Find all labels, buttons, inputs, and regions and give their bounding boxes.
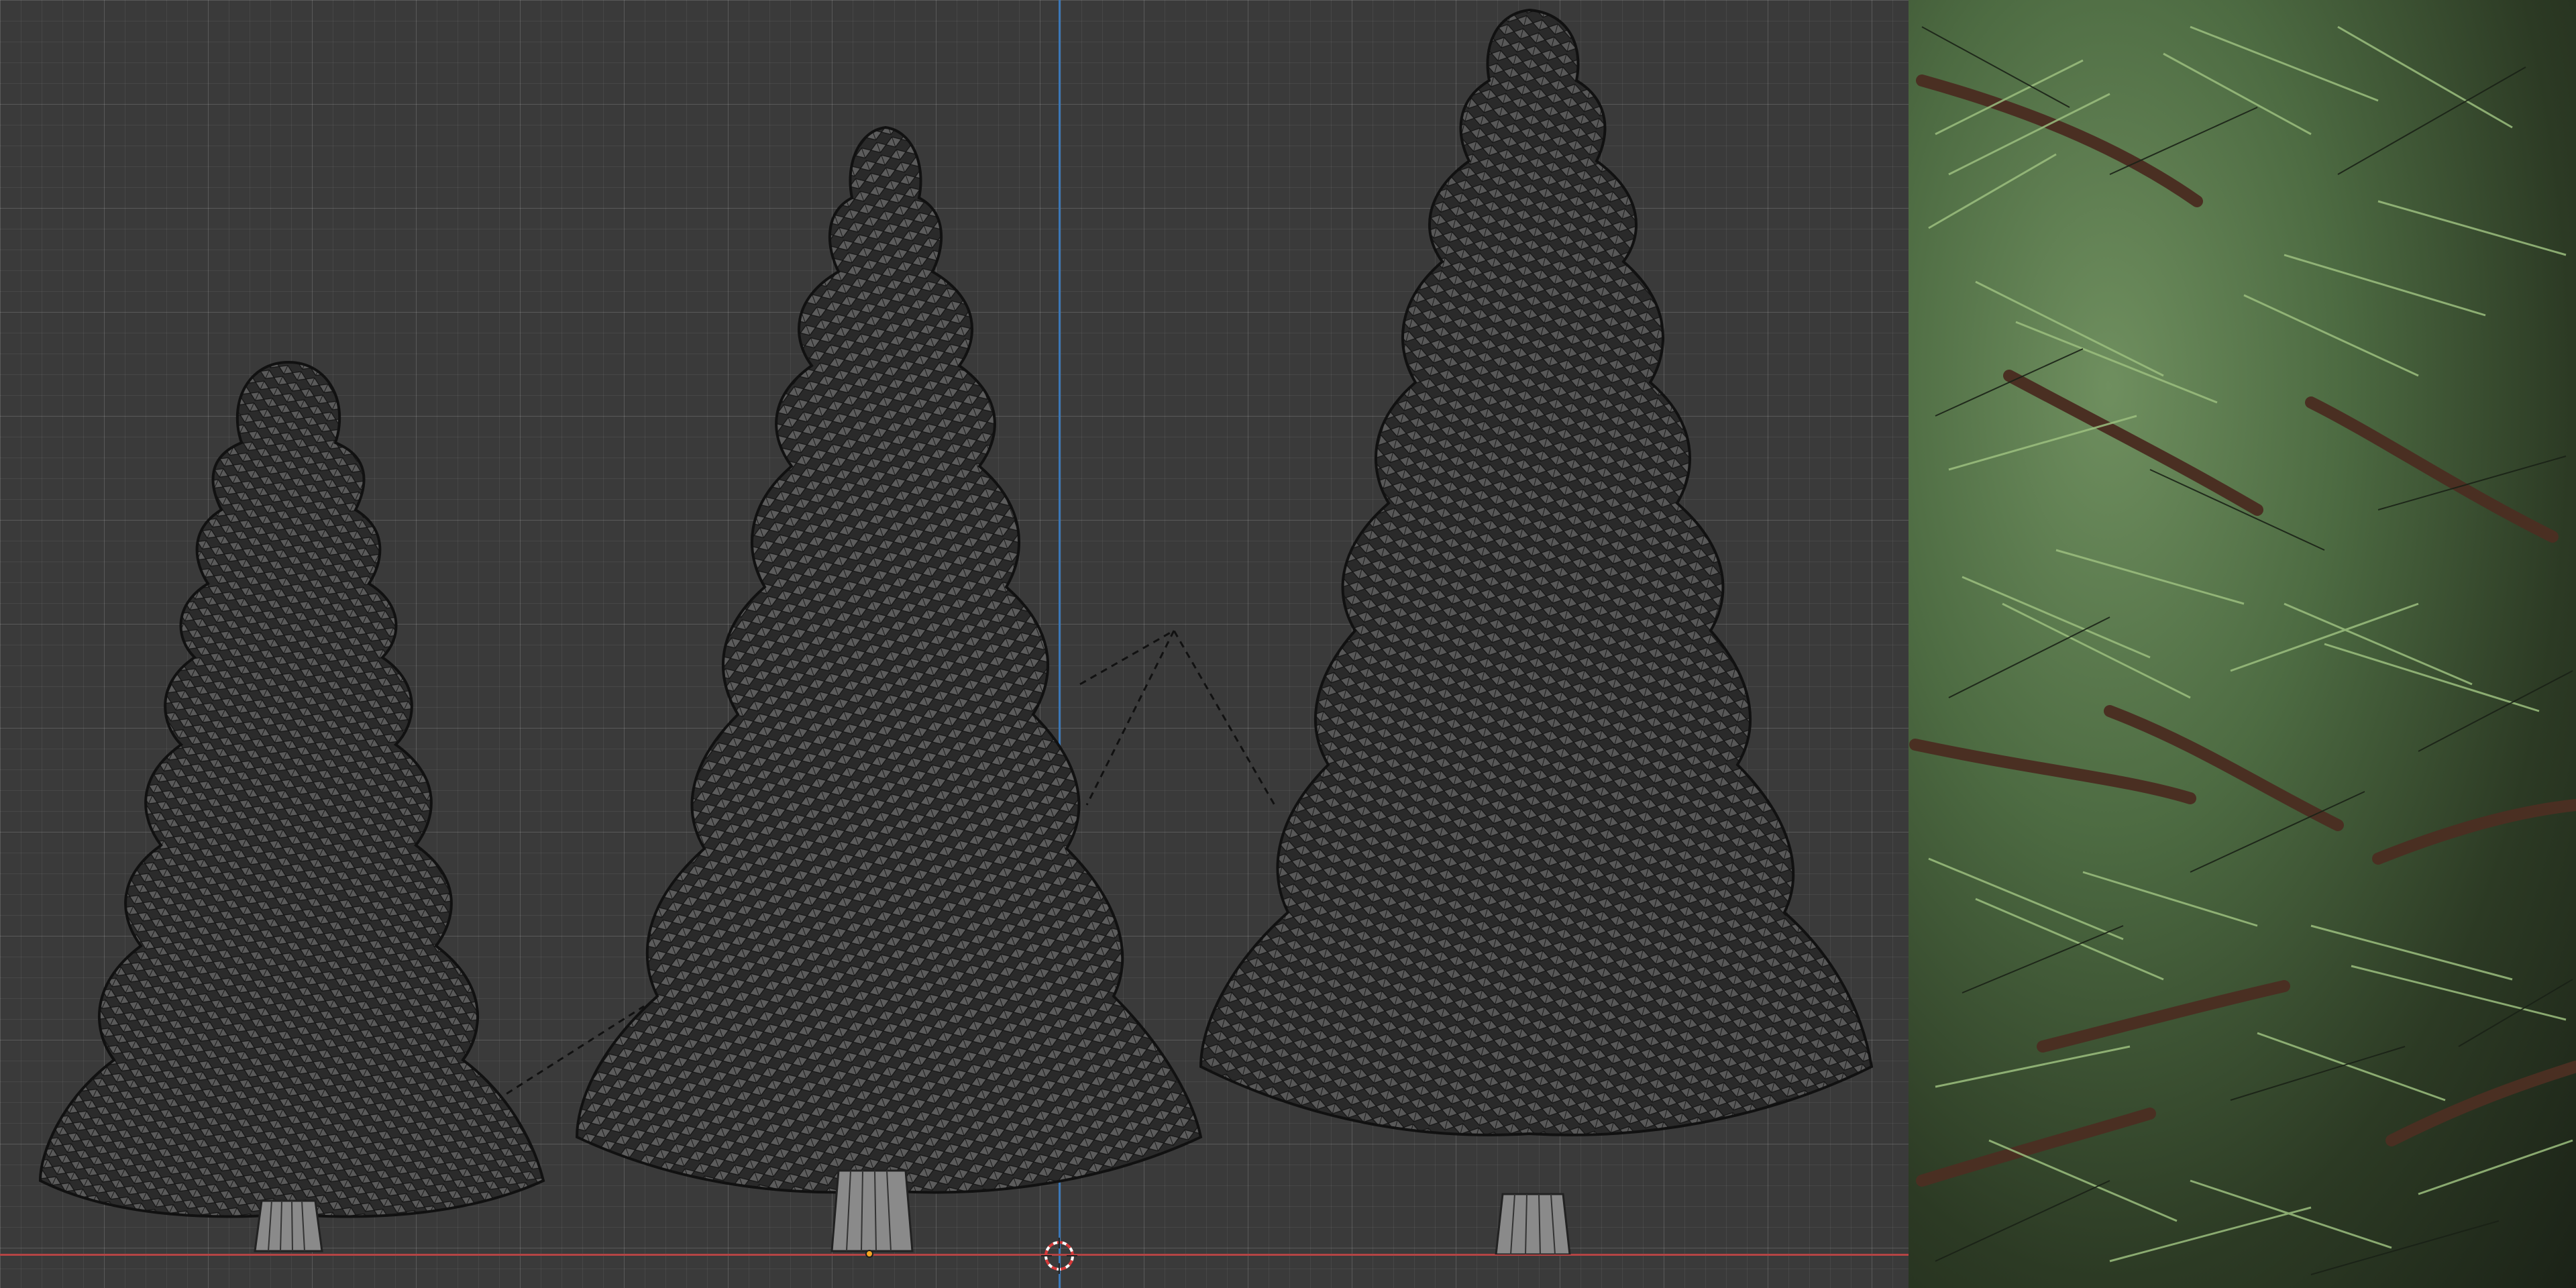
3d-viewport[interactable] <box>0 0 1909 1288</box>
needle-texture-preview <box>1909 0 2576 1288</box>
dark-needle-strokes <box>1921 26 2573 1275</box>
branch-strokes <box>1909 74 2576 1187</box>
light-needle-strokes <box>1928 25 2573 1263</box>
spruce-tree-small[interactable] <box>27 349 550 1254</box>
spruce-tree-medium[interactable] <box>570 124 1208 1254</box>
3d-cursor-icon[interactable] <box>1041 1238 1077 1274</box>
blender-window <box>0 0 2576 1288</box>
spruce-tree-large[interactable] <box>1187 7 1885 1254</box>
object-origin-icon[interactable] <box>865 1250 873 1258</box>
